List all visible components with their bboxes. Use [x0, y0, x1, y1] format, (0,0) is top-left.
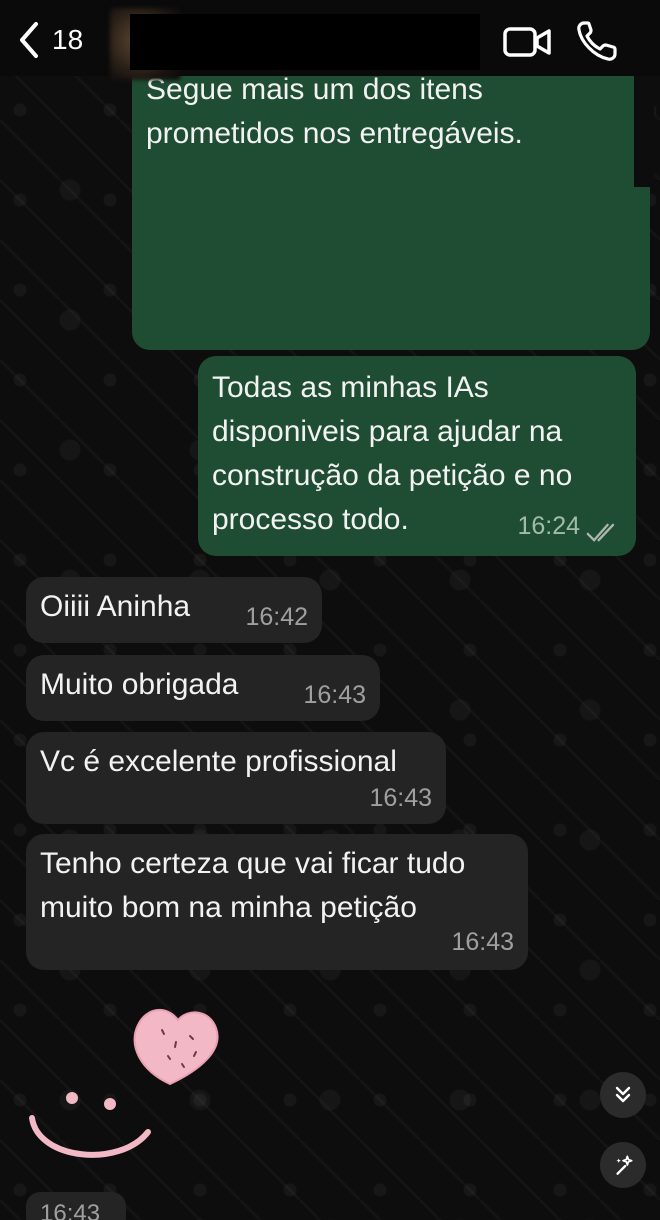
media-edge [634, 60, 654, 187]
smiley-face-icon [29, 1092, 151, 1158]
incoming-message[interactable]: Oiiii Aninha 16:42 [26, 577, 322, 643]
chevron-left-icon [20, 22, 38, 58]
back-button[interactable]: 18 [14, 18, 104, 62]
message-time: 16:43 [369, 784, 432, 812]
heart-icon [133, 1009, 219, 1086]
media-caption: Segue mais um dos itens prometidos nos e… [146, 73, 523, 150]
scroll-to-bottom-icon [615, 1086, 631, 1103]
message-time: 16:24 [517, 512, 580, 540]
chat-header: 18 [0, 0, 660, 80]
incoming-message[interactable]: Muito obrigada 16:43 [26, 655, 380, 721]
double-check-read-icon [586, 523, 615, 542]
outgoing-message[interactable]: Todas as minhas IAs disponiveis para aju… [198, 356, 636, 556]
ai-sparkle-icon [616, 1155, 633, 1175]
video-camera-icon[interactable] [502, 22, 552, 62]
unread-count: 18 [52, 24, 84, 55]
phone-icon[interactable] [574, 18, 620, 64]
heart-smiley-sticker[interactable] [20, 990, 240, 1180]
message-time: 16:43 [303, 681, 366, 709]
scroll-to-bottom-button[interactable] [600, 1072, 646, 1118]
ai-sparkle-button[interactable] [600, 1142, 646, 1188]
incoming-message[interactable]: Tenho certeza que vai ficar tudo muito b… [26, 834, 528, 970]
incoming-message[interactable]: Vc é excelente profissional 16:43 [26, 732, 446, 824]
message-text: Tenho certeza que vai ficar tudo muito b… [40, 847, 474, 924]
message-time: 16:42 [245, 603, 308, 631]
chat-screen: 18 Segue mais um dos itens prometidos no… [0, 0, 660, 1220]
message-time: 16:43 [451, 928, 514, 956]
contact-name-redacted[interactable] [130, 14, 480, 70]
sticker-time: 16:43 [40, 1200, 101, 1220]
